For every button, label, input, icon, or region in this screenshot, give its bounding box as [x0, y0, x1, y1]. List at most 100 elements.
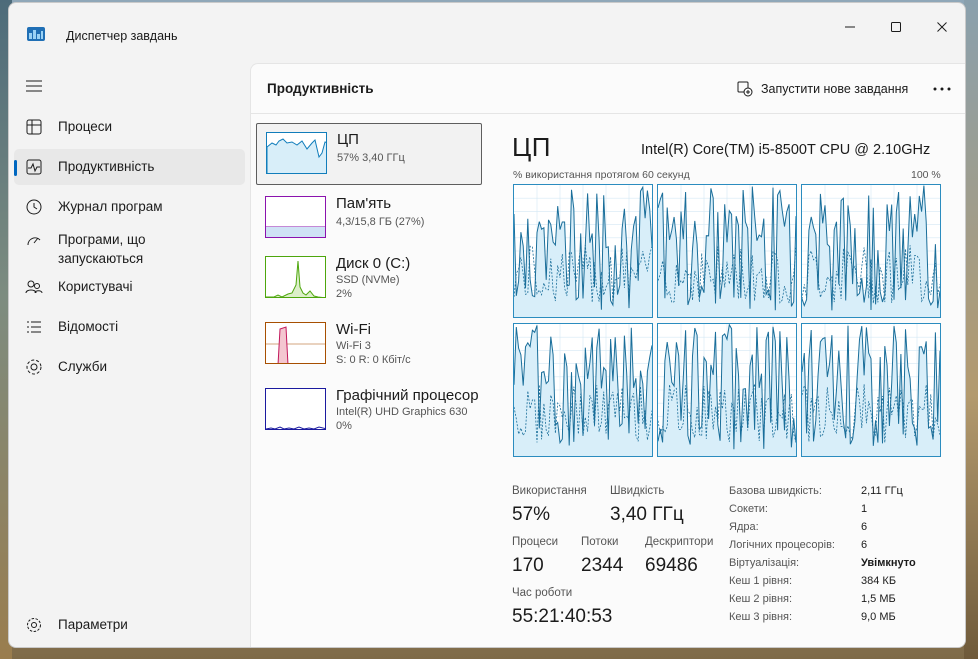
resource-item-disk[interactable]: Диск 0 (C:) SSD (NVMe) 2% — [256, 248, 482, 310]
base-speed-value: 2,11 ГГц — [861, 485, 903, 497]
nav-item-performance[interactable]: Продуктивність — [14, 149, 245, 185]
graph-axis-label: % використання протягом 60 секунд — [513, 169, 690, 181]
threads-value: 2344 — [581, 555, 624, 576]
nav-item-users[interactable]: Користувачі — [14, 269, 245, 305]
l1-cache-key: Кеш 1 рівня: — [729, 575, 793, 587]
resource-line2-gpu: 0% — [336, 420, 352, 432]
sockets-key: Сокети: — [729, 503, 768, 515]
handles-label: Дескриптори — [645, 536, 714, 548]
l3-cache-key: Кеш 3 рівня: — [729, 611, 793, 623]
nav-item-settings[interactable]: Параметри — [14, 607, 245, 643]
resource-line1-gpu: Intel(R) UHD Graphics 630 — [336, 406, 468, 418]
resource-item-wifi[interactable]: Wi-Fi Wi-Fi 3 S: 0 R: 0 Кбіт/с — [256, 314, 482, 376]
nav-item-processes[interactable]: Процеси — [14, 109, 245, 145]
cores-key: Ядра: — [729, 521, 759, 533]
run-new-task-label: Запустити нове завдання — [761, 82, 909, 96]
nav-label-processes: Процеси — [58, 119, 113, 134]
resource-name-wifi: Wi-Fi — [336, 321, 371, 338]
processes-icon — [26, 119, 42, 135]
disk-thumbnail-graph — [265, 256, 326, 298]
minimize-button[interactable] — [827, 13, 873, 41]
run-new-task-button[interactable]: Запустити нове завдання — [737, 79, 908, 99]
title-bar[interactable]: Диспетчер завдань — [9, 3, 965, 51]
l2-cache-key: Кеш 2 рівня: — [729, 593, 793, 605]
more-dots-icon — [933, 87, 951, 91]
sockets-value: 1 — [861, 503, 868, 515]
gpu-thumbnail-graph — [265, 388, 326, 430]
task-manager-window: Диспетчер завдань Процеси Продуктивність… — [8, 2, 966, 648]
threads-label: Потоки — [581, 536, 619, 548]
nav-label-users: Користувачі — [58, 279, 133, 294]
hamburger-icon — [26, 80, 42, 92]
nav-item-app-history[interactable]: Журнал програм — [14, 189, 245, 225]
uptime-label: Час роботи — [512, 587, 573, 599]
resource-name-disk: Диск 0 (C:) — [336, 255, 411, 272]
window-title: Диспетчер завдань — [66, 29, 178, 43]
resource-name-gpu: Графічний процесор — [336, 387, 479, 404]
resource-name-cpu: ЦП — [337, 131, 359, 148]
hamburger-menu-button[interactable] — [23, 75, 45, 97]
close-icon — [937, 22, 947, 32]
uptime-value: 55:21:40:53 — [512, 606, 613, 627]
utilization-label: Використання — [512, 485, 587, 497]
graph-axis-max: 100 % — [911, 169, 941, 181]
cpu-detail-title: ЦП — [512, 132, 551, 162]
cpu-core-graph — [657, 184, 797, 318]
nav-label-settings: Параметри — [58, 617, 128, 632]
services-icon — [26, 359, 42, 375]
resource-item-cpu[interactable]: ЦП 57% 3,40 ГГц — [256, 123, 482, 185]
handles-value: 69486 — [645, 555, 698, 576]
nav-label-startup-apps: Програми, що запускаються — [58, 232, 146, 266]
cpu-core-graph — [513, 184, 653, 318]
settings-gear-icon — [27, 618, 41, 632]
content-header: Продуктивність Запустити нове завдання — [251, 64, 965, 114]
new-task-icon — [737, 81, 753, 97]
nav-label-performance: Продуктивність — [58, 159, 155, 174]
maximize-button[interactable] — [873, 13, 919, 41]
users-icon — [25, 280, 43, 294]
more-options-button[interactable] — [930, 79, 954, 99]
details-icon — [27, 321, 41, 333]
nav-label-details: Відомості — [58, 319, 119, 334]
cpu-thumbnail-graph — [266, 132, 327, 174]
virtualization-value: Увімкнуто — [861, 557, 916, 569]
close-button[interactable] — [919, 13, 965, 41]
resource-line2-disk: 2% — [336, 288, 352, 300]
desktop-wallpaper-right — [964, 0, 978, 659]
cpu-core-graph — [801, 184, 941, 318]
logical-processors-key: Логічних процесорів: — [729, 539, 835, 551]
app-history-icon — [26, 199, 42, 215]
virtualization-key: Віртуалізація: — [729, 557, 800, 569]
processes-value: 170 — [512, 555, 544, 576]
resource-name-memory: Пам'ять — [336, 195, 392, 212]
page-title: Продуктивність — [267, 81, 374, 96]
wifi-thumbnail-graph — [265, 322, 326, 364]
cpu-core-graph — [657, 323, 797, 457]
maximize-icon — [891, 22, 901, 32]
resource-line1-memory: 4,3/15,8 ГБ (27%) — [336, 216, 425, 228]
performance-icon — [26, 159, 42, 175]
utilization-value: 57% — [512, 504, 551, 525]
nav-item-services[interactable]: Служби — [14, 349, 245, 385]
resource-item-memory[interactable]: Пам'ять 4,3/15,8 ГБ (27%) — [256, 188, 482, 250]
base-speed-key: Базова швидкість: — [729, 485, 822, 497]
processes-label: Процеси — [512, 536, 559, 548]
resource-line2-wifi: S: 0 R: 0 Кбіт/с — [336, 354, 411, 366]
speed-label: Швидкість — [610, 485, 665, 497]
minimize-icon — [845, 26, 855, 28]
l2-cache-value: 1,5 МБ — [861, 593, 896, 605]
nav-label-services: Служби — [58, 359, 107, 374]
cpu-model-name: Intel(R) Core(TM) i5-8500T CPU @ 2.10GHz — [641, 142, 931, 158]
l1-cache-value: 384 КБ — [861, 575, 897, 587]
resource-item-gpu[interactable]: Графічний процесор Intel(R) UHD Graphics… — [256, 380, 482, 442]
resource-line1-wifi: Wi-Fi 3 — [336, 340, 371, 352]
nav-label-app-history: Журнал програм — [58, 199, 163, 214]
resource-line1-cpu: 57% 3,40 ГГц — [337, 152, 405, 164]
resource-line1-disk: SSD (NVMe) — [336, 274, 400, 286]
main-content-panel: Продуктивність Запустити нове завдання Ц… — [250, 63, 965, 647]
nav-item-startup-apps[interactable]: Програми, що запускаються — [14, 229, 245, 269]
task-manager-app-icon — [27, 27, 45, 41]
cpu-core-graph — [513, 323, 653, 457]
nav-item-details[interactable]: Відомості — [14, 309, 245, 345]
speed-value: 3,40 ГГц — [610, 504, 684, 525]
